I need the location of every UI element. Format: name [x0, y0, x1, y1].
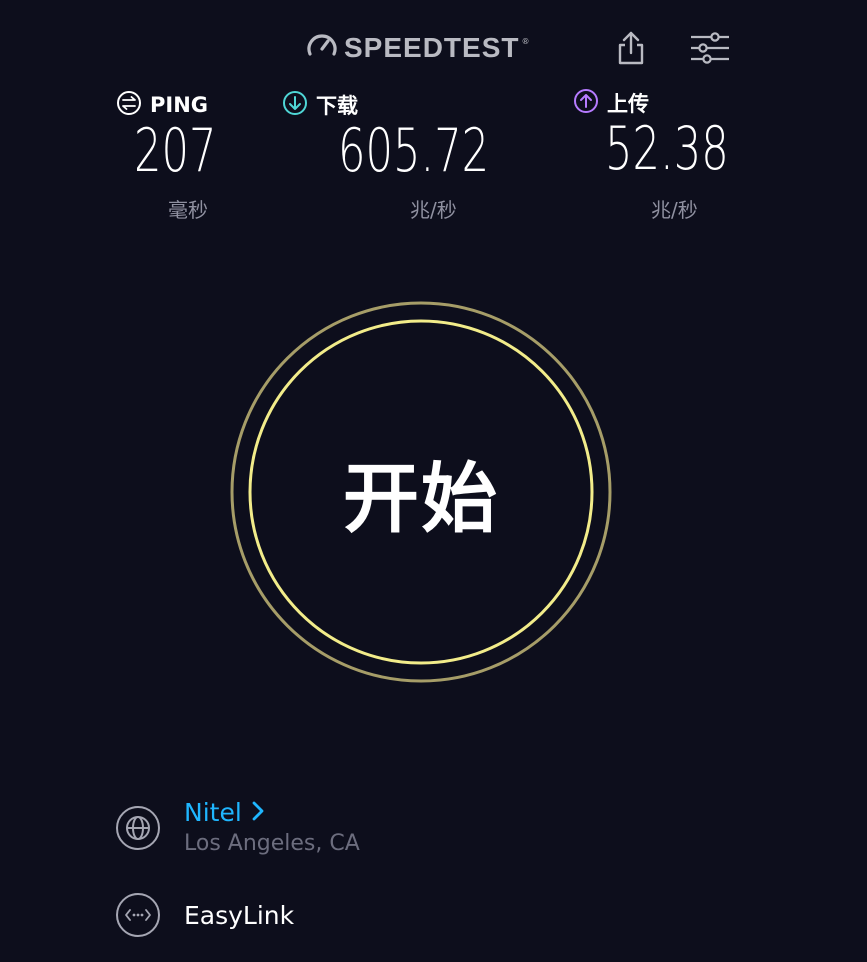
globe-icon [116, 806, 160, 850]
isp-name-link[interactable]: Nitel [184, 798, 360, 827]
ping-metric: PING 207 毫秒 [116, 90, 249, 222]
download-arrow-icon [282, 90, 308, 120]
go-button-label[interactable]: 开始 [226, 297, 616, 687]
sliders-icon [689, 31, 731, 69]
ping-unit: 毫秒 [168, 198, 208, 222]
share-button[interactable] [609, 28, 653, 72]
connection-row[interactable]: EasyLink [116, 893, 294, 937]
settings-button[interactable] [688, 28, 732, 72]
connection-dots-icon [116, 893, 160, 937]
isp-name: Nitel [184, 798, 242, 827]
download-value: 605.72 [338, 116, 490, 186]
logo-text: SPEEDTEST [344, 32, 520, 63]
speedtest-screen: SPEEDTEST ® PING 207 毫秒 下载 605.72 兆/秒 上传… [0, 0, 867, 962]
connection-name: EasyLink [184, 901, 295, 930]
chevron-right-icon [252, 798, 264, 827]
gauge-icon [306, 30, 338, 66]
upload-value: 52.38 [605, 114, 729, 184]
isp-row[interactable]: Nitel Los Angeles, CA [116, 798, 360, 856]
ping-label: PING [150, 93, 209, 117]
logo-trademark: ® [521, 36, 530, 46]
share-icon [616, 30, 646, 70]
download-unit: 兆/秒 [410, 198, 457, 222]
isp-location: Los Angeles, CA [184, 831, 360, 856]
download-metric: 下载 605.72 兆/秒 [282, 90, 548, 222]
go-button[interactable]: 开始 [226, 297, 616, 687]
ping-value: 207 [134, 116, 217, 186]
upload-arrow-icon [573, 88, 599, 118]
upload-metric: 上传 52.38 兆/秒 [573, 88, 777, 222]
upload-unit: 兆/秒 [651, 198, 698, 222]
speedtest-logo: SPEEDTEST ® [306, 30, 529, 66]
